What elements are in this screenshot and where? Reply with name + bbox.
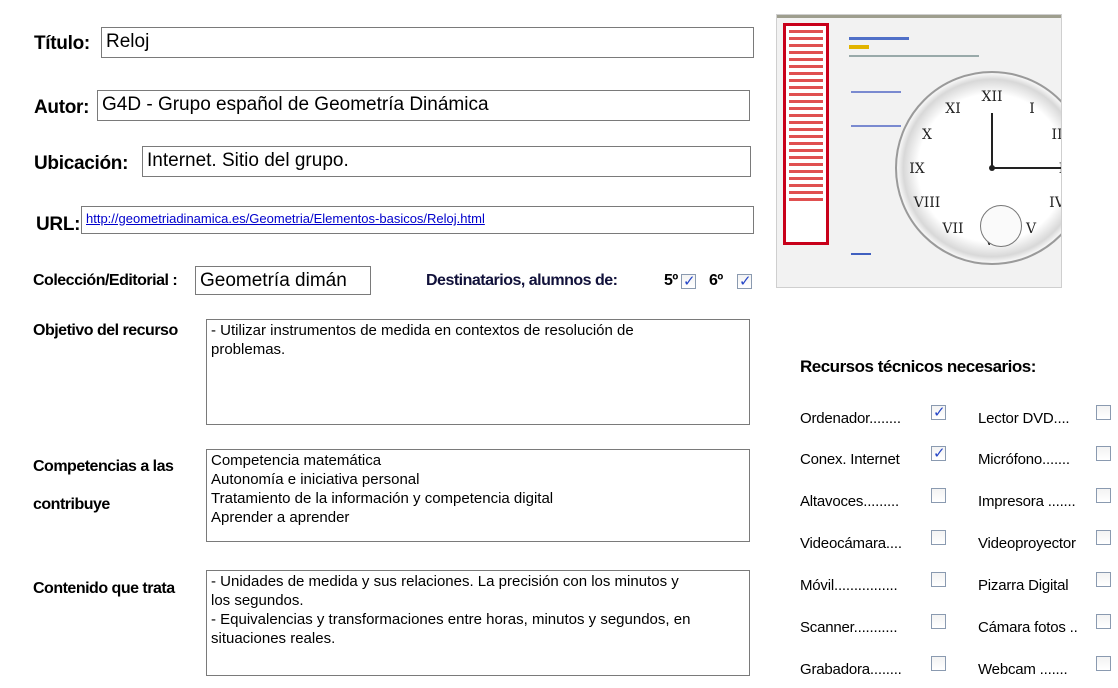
objetivo-line: - Utilizar instrumentos de medida en con… [211, 322, 634, 339]
svg-text:IV: IV [1049, 195, 1062, 211]
res-videoproyector: Videoproyector [978, 535, 1076, 552]
competencia-line: Autonomía e iniciativa personal [211, 471, 420, 488]
coleccion-field[interactable]: Geometría dimán [195, 266, 371, 295]
thumbnail-stars [849, 45, 869, 49]
svg-text:VIII: VIII [913, 195, 941, 211]
autor-label: Autor: [34, 97, 90, 118]
thumbnail-subtitle [849, 55, 979, 57]
objetivo-label: Objetivo del recurso [33, 322, 178, 339]
camara-checkbox[interactable] [1096, 614, 1111, 629]
grade5-checkbox[interactable] [681, 272, 696, 290]
grade6-label: 6º [709, 272, 723, 289]
grabadora-checkbox[interactable] [931, 656, 946, 671]
titulo-field[interactable]: Reloj [101, 27, 754, 58]
res-grabadora: Grabadora........ [800, 661, 902, 678]
url-label: URL: [36, 214, 81, 235]
thumbnail-slider [851, 91, 901, 93]
res-camara: Cámara fotos .. [978, 619, 1078, 636]
competencia-line: Aprender a aprender [211, 509, 350, 526]
svg-text:X: X [922, 127, 932, 143]
thumbnail-title-bar [849, 37, 909, 40]
videocamara-checkbox[interactable] [931, 530, 946, 545]
coleccion-label: Colección/Editorial : [33, 272, 178, 289]
microfono-checkbox[interactable] [1096, 446, 1111, 461]
competencia-line: Competencia matemática [211, 452, 382, 469]
grade5-label: 5º [664, 272, 678, 289]
res-movil: Móvil................ [800, 577, 898, 594]
thumbnail-link [851, 253, 871, 255]
res-internet: Conex. Internet [800, 451, 900, 468]
pizarra-checkbox[interactable] [1096, 572, 1111, 587]
recursos-title: Recursos técnicos necesarios: [800, 357, 1036, 376]
competencias-label: Competencias a las [33, 458, 174, 475]
svg-text:I: I [1029, 101, 1035, 117]
res-lector-dvd: Lector DVD.... [978, 410, 1070, 427]
destinatarios-label: Destinatarios, alumnos de: [426, 272, 618, 289]
thumbnail-menu [783, 23, 829, 245]
lector-dvd-checkbox[interactable] [1096, 405, 1111, 420]
contenido-textarea[interactable]: - Unidades de medida y sus relaciones. L… [206, 570, 750, 676]
contenido-line: los segundos. [211, 592, 304, 609]
objetivo-textarea[interactable]: - Utilizar instrumentos de medida en con… [206, 319, 750, 425]
res-scanner: Scanner........... [800, 619, 898, 636]
res-webcam: Webcam ....... [978, 661, 1068, 678]
competencia-line: Tratamiento de la información y competen… [211, 490, 554, 507]
autor-field[interactable]: G4D - Grupo español de Geometría Dinámic… [97, 90, 750, 121]
altavoces-checkbox[interactable] [931, 488, 946, 503]
scanner-checkbox[interactable] [931, 614, 946, 629]
res-pizarra: Pizarra Digital [978, 577, 1069, 594]
svg-text:II: II [1051, 127, 1062, 143]
contenido-line: situaciones reales. [211, 630, 336, 647]
svg-text:V: V [1025, 221, 1037, 237]
ubicacion-field[interactable]: Internet. Sitio del grupo. [142, 146, 751, 177]
seconds-dial [980, 205, 1022, 247]
impresora-checkbox[interactable] [1096, 488, 1111, 503]
res-videocamara: Videocámara.... [800, 535, 902, 552]
svg-text:IX: IX [909, 161, 925, 177]
contenido-line: - Unidades de medida y sus relaciones. L… [211, 573, 679, 590]
thumbnail-topbar [777, 15, 1061, 18]
res-microfono: Micrófono....... [978, 451, 1070, 468]
objetivo-line: problemas. [211, 341, 286, 358]
resource-thumbnail: XIIIII IIIIVV VIVIIVIII IXXXI [776, 14, 1062, 288]
contenido-line: - Equivalencias y transformaciones entre… [211, 611, 691, 628]
ordenador-checkbox[interactable] [931, 403, 946, 421]
url-link[interactable]: http://geometriadinamica.es/Geometria/El… [86, 211, 485, 226]
res-ordenador: Ordenador........ [800, 410, 901, 427]
res-impresora: Impresora ....... [978, 493, 1076, 510]
url-field[interactable]: http://geometriadinamica.es/Geometria/El… [81, 206, 754, 234]
svg-text:XII: XII [981, 89, 1002, 105]
videoproyector-checkbox[interactable] [1096, 530, 1111, 545]
res-altavoces: Altavoces......... [800, 493, 899, 510]
competencias-textarea[interactable]: Competencia matemática Autonomía e inici… [206, 449, 750, 542]
thumbnail-slider [851, 125, 901, 127]
contenido-label: Contenido que trata [33, 580, 175, 597]
svg-text:XI: XI [945, 101, 961, 117]
ubicacion-label: Ubicación: [34, 153, 129, 174]
internet-checkbox[interactable] [931, 444, 946, 462]
svg-text:VII: VII [941, 221, 963, 237]
grade6-checkbox[interactable] [737, 272, 752, 290]
competencias-label-2: contribuye [33, 496, 110, 513]
titulo-label: Título: [34, 33, 90, 54]
webcam-checkbox[interactable] [1096, 656, 1111, 671]
movil-checkbox[interactable] [931, 572, 946, 587]
clock-image: XIIIII IIIIVV VIVIIVIII IXXXI [895, 71, 1062, 265]
